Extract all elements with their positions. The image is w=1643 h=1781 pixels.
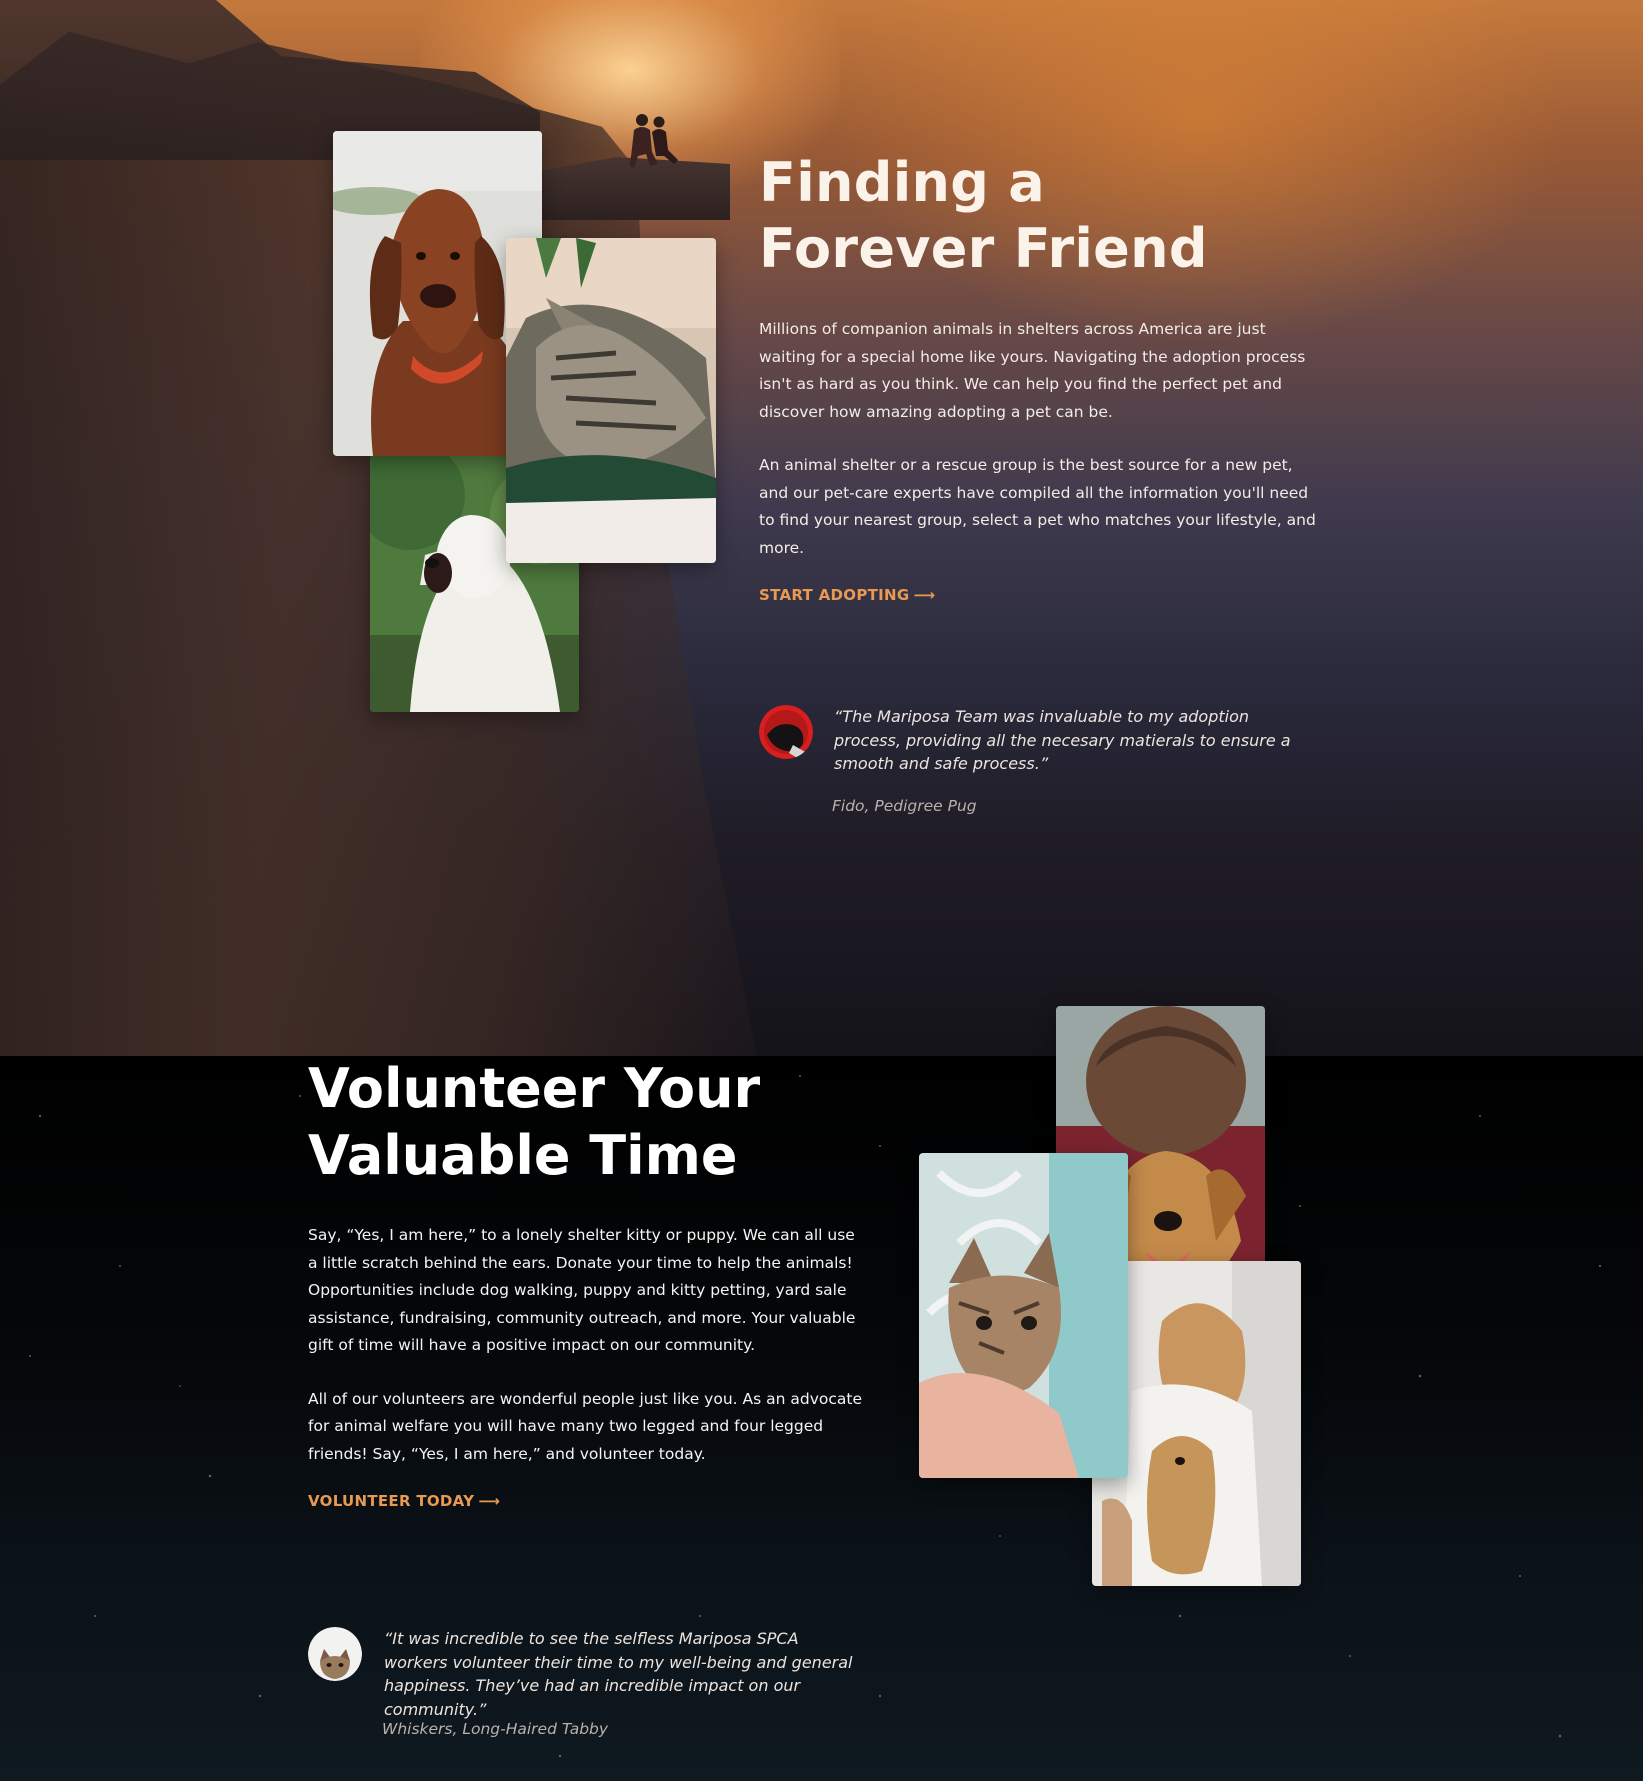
cta-label: VOLUNTEER TODAY <box>308 1492 475 1510</box>
tabby-avatar <box>308 1627 362 1681</box>
title-line: Finding a <box>759 151 1046 214</box>
cat-photo <box>506 238 716 563</box>
couple-silhouette <box>630 114 678 168</box>
volunteer-today-link[interactable]: VOLUNTEER TODAY ⟶ <box>308 1492 500 1510</box>
adoption-testimonial: “The Mariposa Team was invaluable to my … <box>834 707 1291 773</box>
volunteer-paragraph: All of our volunteers are wonderful peop… <box>308 1389 862 1463</box>
pug-avatar <box>759 705 813 759</box>
cta-label: START ADOPTING <box>759 586 910 604</box>
title-line: Valuable Time <box>308 1124 738 1187</box>
volunteer-content: Say, “Yes, I am here,” to a lonely shelt… <box>308 1222 863 1510</box>
testimonial-author: Fido, Pedigree Pug <box>832 797 977 815</box>
kitten-photo <box>919 1153 1128 1478</box>
arrow-right-icon: ⟶ <box>913 586 936 604</box>
volunteer-title: Volunteer Your Valuable Time <box>308 1055 868 1189</box>
adoption-content: Finding a Forever Friend Millions of com… <box>759 150 1319 604</box>
testimonial-author: Whiskers, Long-Haired Tabby <box>382 1720 609 1738</box>
volunteer-paragraph: Say, “Yes, I am here,” to a lonely shelt… <box>308 1226 856 1354</box>
arrow-right-icon: ⟶ <box>478 1492 501 1510</box>
title-line: Forever Friend <box>759 217 1208 280</box>
adoption-title: Finding a Forever Friend <box>759 150 1319 282</box>
adoption-paragraph: Millions of companion animals in shelter… <box>759 320 1306 421</box>
adoption-paragraph: An animal shelter or a rescue group is t… <box>759 456 1316 557</box>
volunteer-testimonial: “It was incredible to see the selfless M… <box>384 1629 853 1719</box>
title-line: Volunteer Your <box>308 1057 761 1120</box>
start-adopting-link[interactable]: START ADOPTING ⟶ <box>759 586 935 604</box>
